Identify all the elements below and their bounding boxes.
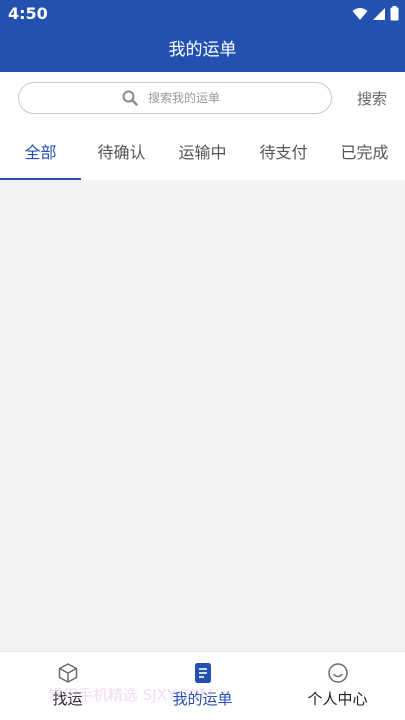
search-box[interactable] — [18, 82, 332, 114]
wifi-icon — [352, 7, 368, 20]
tab-pending-confirmation[interactable]: 待确认 — [81, 128, 162, 180]
tab-in-transit[interactable]: 运输中 — [162, 128, 243, 180]
battery-icon — [390, 6, 399, 21]
smiley-icon — [327, 663, 348, 683]
nav-label-my-waybills: 我的运单 — [172, 690, 233, 708]
nav-label-find-transport: 找运 — [52, 690, 83, 708]
tab-completed[interactable]: 已完成 — [324, 128, 405, 180]
page-title: 我的运单 — [168, 40, 237, 60]
waybill-list — [0, 180, 405, 652]
nav-my-waybills[interactable]: 我的运单 — [135, 652, 270, 720]
nav-personal-center[interactable]: 个人中心 — [270, 652, 405, 720]
title-bar: 我的运单 — [0, 28, 405, 72]
signal-icon — [373, 7, 385, 20]
status-tabs: 全部 待确认 运输中 待支付 已完成 — [0, 128, 405, 180]
status-icons — [352, 6, 399, 21]
search-icon — [122, 90, 138, 106]
search-button[interactable]: 搜索 — [357, 88, 387, 109]
status-bar: 4:50 — [0, 0, 405, 28]
tab-all[interactable]: 全部 — [0, 128, 81, 180]
nav-label-personal-center: 个人中心 — [307, 690, 368, 708]
tab-pending-payment[interactable]: 待支付 — [243, 128, 324, 180]
status-time: 4:50 — [8, 4, 48, 23]
bottom-nav: 找运 我的运单 个人中心 — [0, 651, 405, 720]
nav-find-transport[interactable]: 找运 — [0, 652, 135, 720]
search-row: 搜索 — [0, 72, 405, 128]
waybill-icon — [194, 663, 211, 683]
package-icon — [58, 663, 77, 683]
search-input[interactable] — [148, 91, 228, 105]
